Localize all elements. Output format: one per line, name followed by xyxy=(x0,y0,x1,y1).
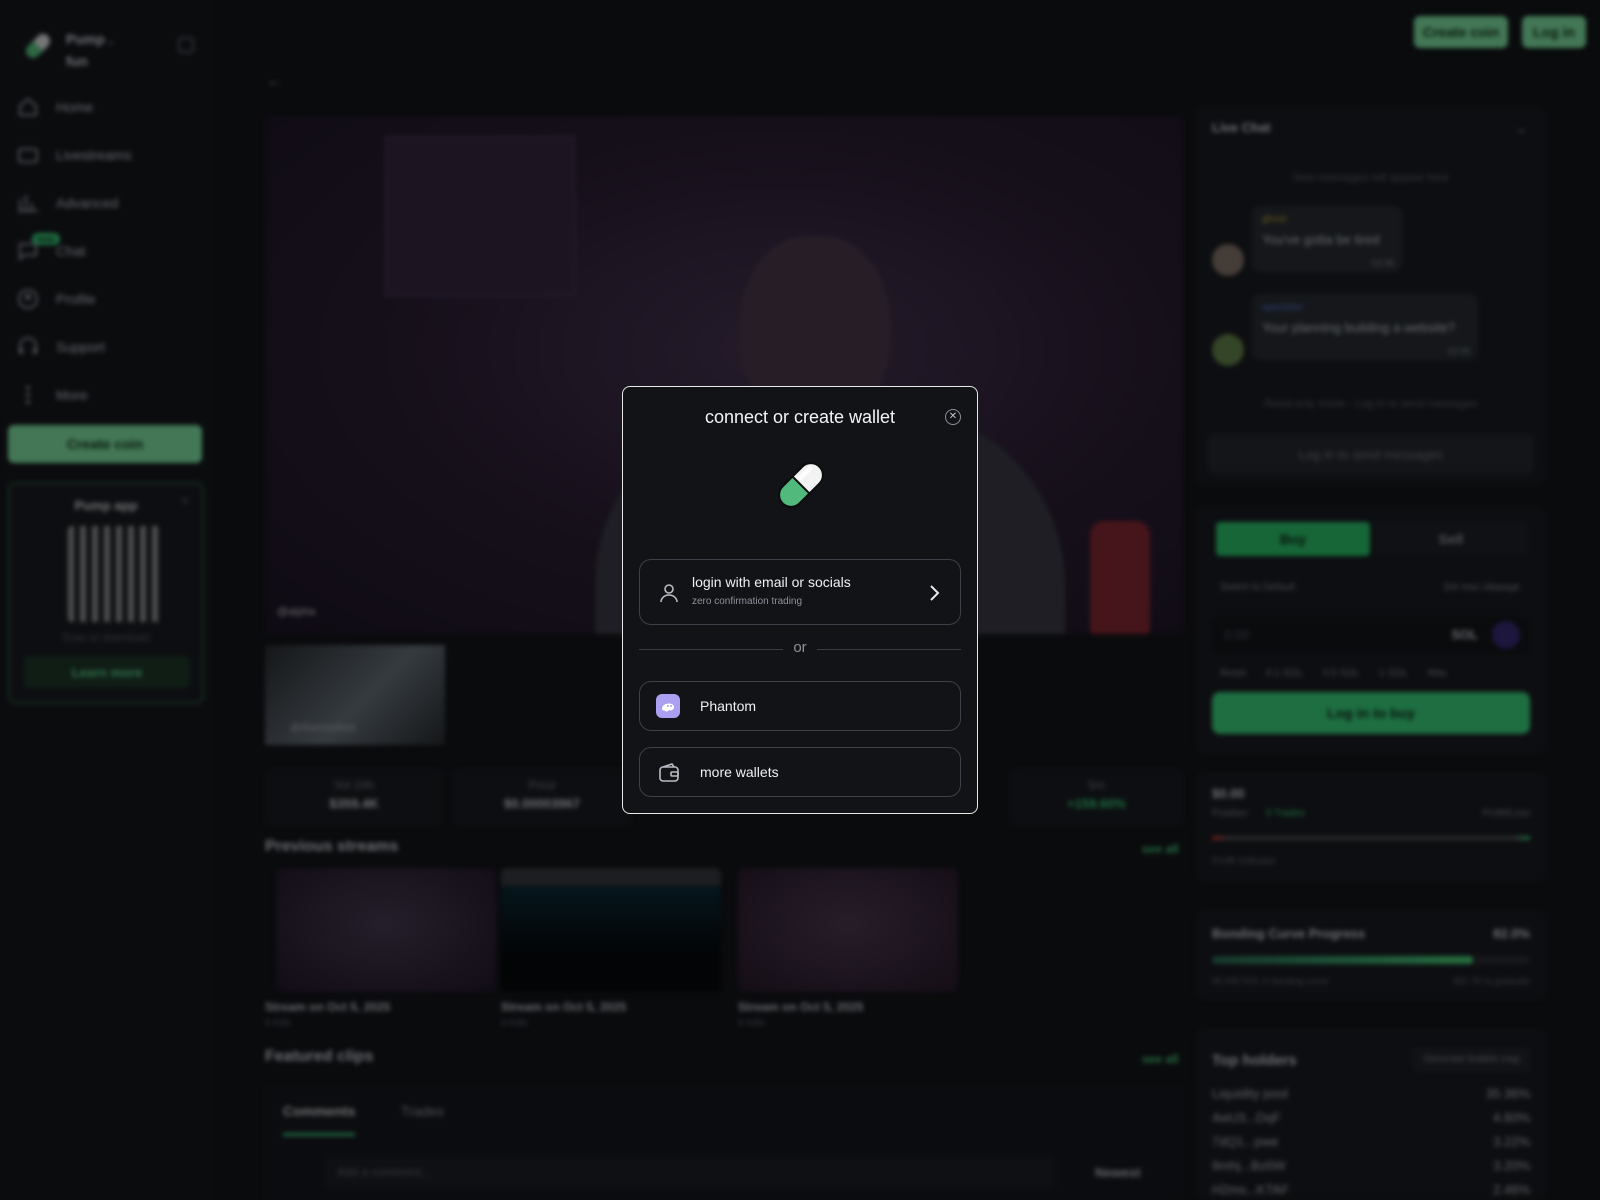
phantom-wallet-option[interactable]: Phantom xyxy=(639,681,961,731)
wallet-icon xyxy=(659,763,679,782)
connect-wallet-modal: connect or create wallet ✕ login with em… xyxy=(622,386,978,814)
modal-title: connect or create wallet xyxy=(704,407,896,427)
chevron-right-icon xyxy=(930,585,940,601)
more-wallets-option[interactable]: more wallets xyxy=(639,747,961,797)
more-wallets-label: more wallets xyxy=(700,764,779,780)
divider-line xyxy=(817,649,961,650)
option-email-sub: zero confirmation trading xyxy=(692,596,803,607)
user-icon xyxy=(660,584,678,603)
login-email-socials-option[interactable]: login with email or socials zero confirm… xyxy=(639,559,961,625)
close-icon[interactable]: ✕ xyxy=(945,409,961,425)
divider-line xyxy=(639,649,783,650)
or-divider: or xyxy=(639,639,961,659)
phantom-icon xyxy=(656,694,680,718)
pill-logo xyxy=(778,462,824,508)
option-email-label: login with email or socials xyxy=(692,574,851,590)
phantom-label: Phantom xyxy=(700,698,757,714)
or-text: or xyxy=(793,639,807,656)
